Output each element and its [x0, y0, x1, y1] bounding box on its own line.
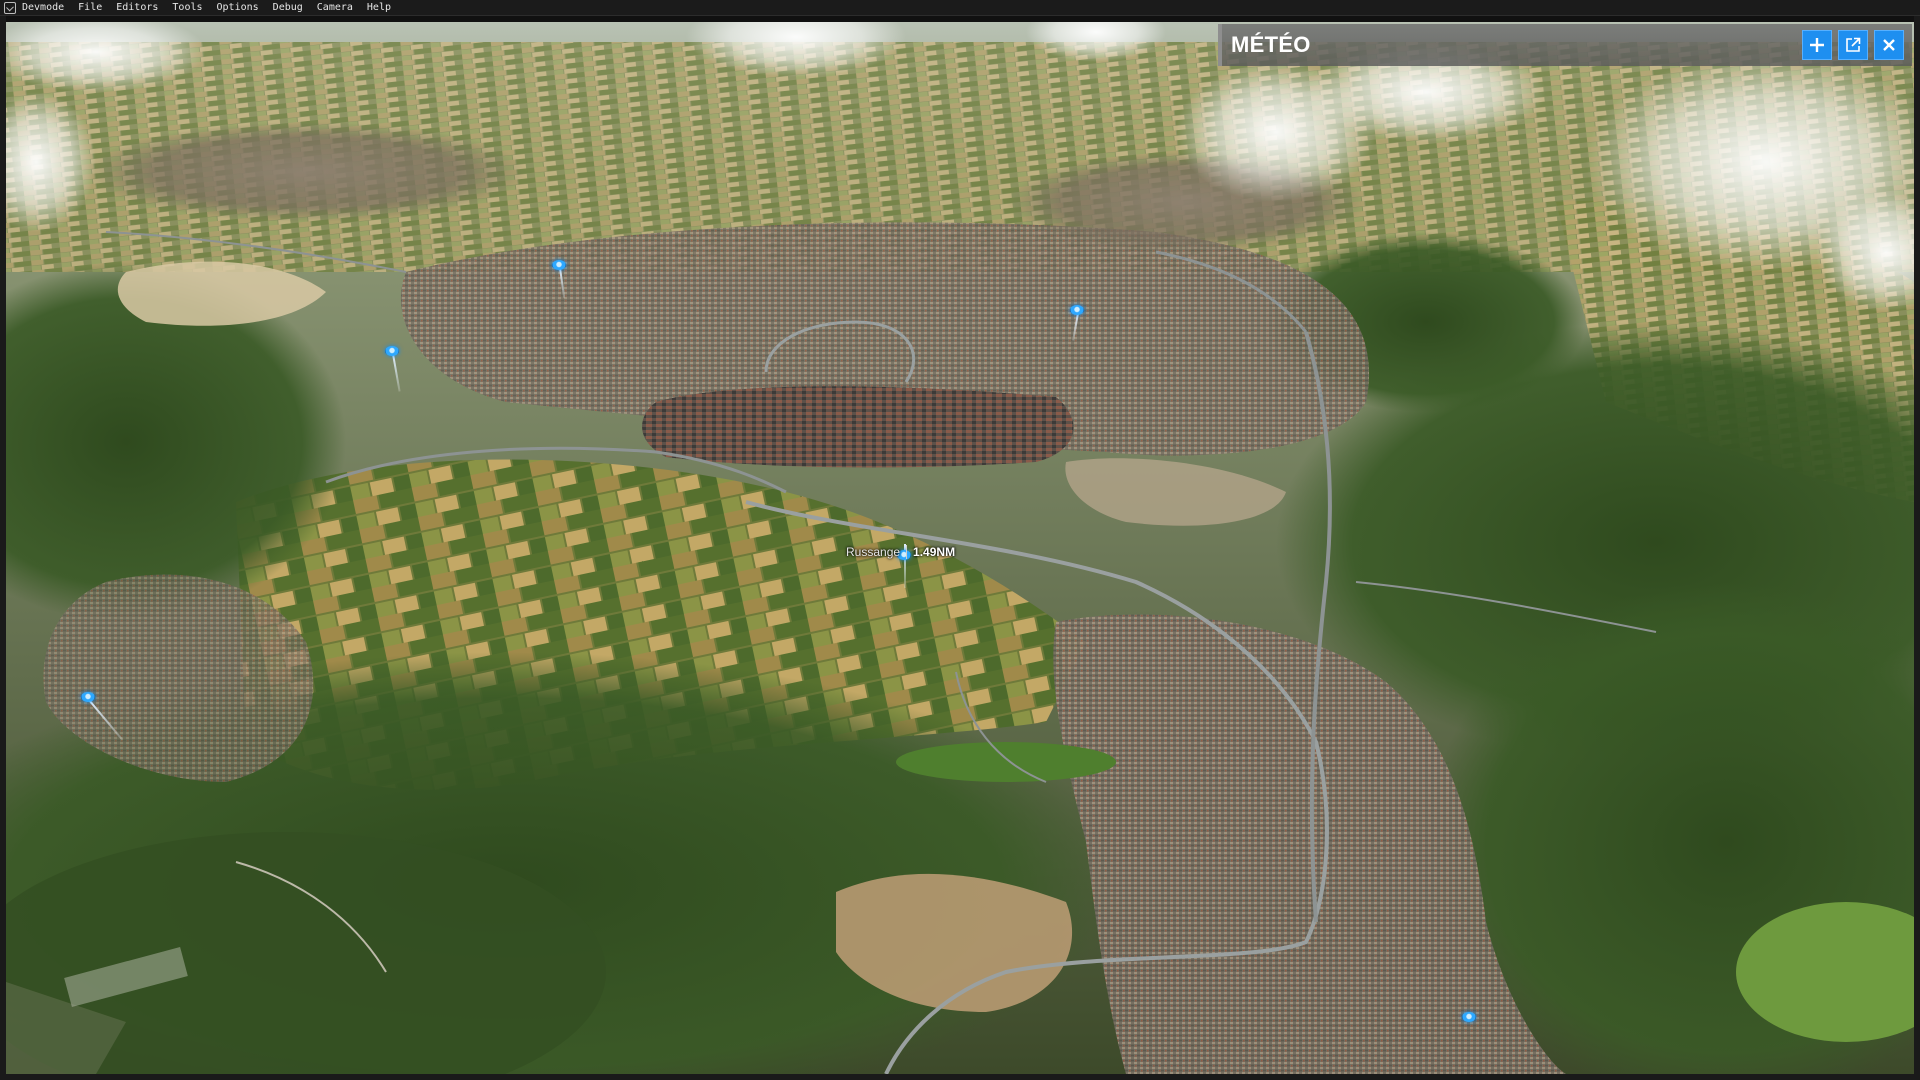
poi-marker-icon[interactable]	[1070, 305, 1084, 315]
close-panel-button[interactable]	[1874, 30, 1904, 60]
undock-window-button[interactable]	[1838, 30, 1868, 60]
close-icon	[1883, 39, 1895, 51]
meteo-panel-header[interactable]: MÉTÉO	[1218, 24, 1912, 66]
place-distance: 1.49NM	[913, 545, 956, 559]
label-separator	[906, 545, 908, 559]
devmode-app-icon	[4, 1, 16, 14]
menu-devmode[interactable]: Devmode	[22, 0, 71, 16]
dev-menu-bar: Devmode File Editors Tools Options Debug…	[0, 0, 1920, 16]
poi-marker-icon[interactable]	[552, 260, 566, 270]
menu-editors[interactable]: Editors	[109, 0, 165, 16]
aerial-scenery-render	[6, 22, 1914, 1074]
menu-file[interactable]: File	[71, 0, 109, 16]
poi-marker-icon[interactable]	[385, 346, 399, 356]
menu-tools[interactable]: Tools	[165, 0, 209, 16]
menu-camera[interactable]: Camera	[310, 0, 360, 16]
menu-debug[interactable]: Debug	[266, 0, 310, 16]
poi-marker-icon[interactable]	[1462, 1012, 1476, 1022]
menu-options[interactable]: Options	[210, 0, 266, 16]
poi-place-label: Russange 1.49NM	[846, 545, 955, 559]
meteo-panel-title: MÉTÉO	[1231, 32, 1311, 57]
poi-marker-icon[interactable]	[81, 692, 95, 702]
menu-help[interactable]: Help	[360, 0, 398, 16]
add-button[interactable]	[1802, 30, 1832, 60]
meteo-panel-buttons	[1802, 30, 1912, 60]
place-name: Russange	[846, 545, 901, 559]
aerial-scenery-view[interactable]: Russange 1.49NM	[6, 22, 1914, 1074]
external-window-icon	[1846, 37, 1861, 52]
plus-icon	[1810, 38, 1824, 52]
